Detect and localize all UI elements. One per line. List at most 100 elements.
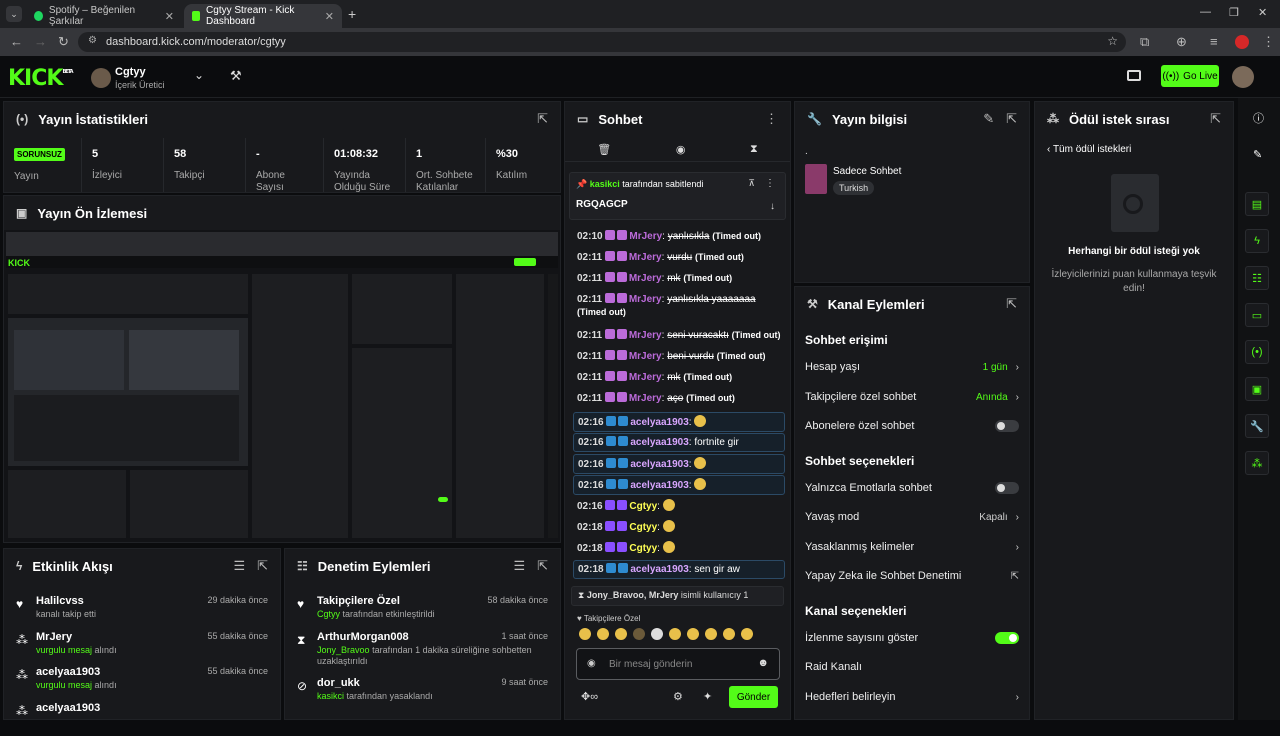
chat-message[interactable]: 02:11 MrJery: beni vurdu (Timed out) bbox=[573, 348, 785, 365]
emoji-picker-icon[interactable]: ☻ bbox=[757, 657, 769, 669]
sidebar-preview-icon[interactable]: ▣ bbox=[1245, 377, 1269, 401]
emote[interactable] bbox=[705, 628, 717, 640]
message-username[interactable]: Cgtyy bbox=[629, 543, 657, 554]
sidebar-broadcast-icon[interactable]: (•) bbox=[1245, 340, 1269, 364]
channel-switch-chevron-icon[interactable]: ⌄ bbox=[194, 68, 204, 82]
sidebar-chat-icon[interactable]: ▭ bbox=[1245, 303, 1269, 327]
slow-mode-row[interactable]: Yavaş mod Kapalı › bbox=[805, 507, 1019, 527]
user-avatar[interactable] bbox=[1232, 66, 1254, 88]
back-icon[interactable]: ← bbox=[10, 34, 23, 49]
account-age-row[interactable]: Hesap yaşı 1 gün › bbox=[805, 357, 1019, 377]
browser-menu-icon[interactable]: ⋮ bbox=[1262, 34, 1275, 50]
chat-message[interactable]: 02:16 acelyaa1903: bbox=[573, 475, 785, 495]
chat-message[interactable]: 02:11 MrJery: seni vuracaktı (Timed out) bbox=[573, 327, 785, 344]
popout-icon[interactable]: ⇱ bbox=[537, 111, 548, 127]
emote[interactable] bbox=[597, 628, 609, 640]
subs-chat-toggle[interactable] bbox=[995, 420, 1019, 432]
close-tab-icon[interactable]: ✕ bbox=[165, 10, 174, 23]
chat-input[interactable]: ◉ Bir mesaj gönderin ☻ bbox=[576, 648, 780, 680]
points-icon[interactable]: ◉ bbox=[587, 658, 596, 669]
sidebar-moderation-icon[interactable]: ☷ bbox=[1245, 266, 1269, 290]
message-username[interactable]: MrJery bbox=[629, 330, 662, 341]
banned-words-row[interactable]: Yasaklanmış kelimeler › bbox=[805, 537, 1019, 557]
pinned-menu-icon[interactable]: ⋮ bbox=[765, 178, 775, 189]
emote[interactable] bbox=[741, 628, 753, 640]
goals-row[interactable]: Hedefleri belirleyin › bbox=[805, 687, 1019, 707]
profile-flag-icon[interactable] bbox=[1235, 35, 1249, 49]
emote[interactable] bbox=[694, 478, 707, 490]
all-rewards-link[interactable]: ‹ Tüm ödül istekleri bbox=[1047, 144, 1131, 155]
emote[interactable] bbox=[651, 628, 663, 640]
profile-sync-icon[interactable]: ⊕ bbox=[1176, 34, 1187, 50]
emote[interactable] bbox=[669, 628, 681, 640]
chat-message[interactable]: 02:18 Cgtyy: bbox=[573, 518, 785, 536]
chat-message[interactable]: 02:10 MrJery: yanlısıkla (Timed out) bbox=[573, 228, 785, 245]
emote[interactable] bbox=[687, 628, 699, 640]
chat-menu-icon[interactable]: ⋮ bbox=[765, 111, 778, 127]
ai-moderation-row[interactable]: Yapay Zeka ile Sohbet Denetimi ⇱ bbox=[805, 566, 1019, 586]
raid-row[interactable]: Raid Kanalı bbox=[805, 657, 1019, 677]
category-name[interactable]: Sadece Sohbet bbox=[833, 166, 901, 177]
message-username[interactable]: MrJery bbox=[629, 351, 662, 362]
minimize-icon[interactable]: — bbox=[1200, 6, 1211, 18]
maximize-icon[interactable]: ❐ bbox=[1229, 6, 1239, 19]
popout-icon[interactable]: ⇱ bbox=[1210, 111, 1221, 127]
info-icon[interactable]: ⓘ bbox=[1253, 110, 1264, 126]
reload-icon[interactable]: ↻ bbox=[58, 34, 69, 50]
channel-avatar[interactable] bbox=[91, 68, 111, 88]
kick-logo[interactable]: KICKBETA bbox=[8, 66, 74, 91]
message-username[interactable]: MrJery bbox=[629, 393, 662, 404]
message-username[interactable]: Cgtyy bbox=[629, 522, 657, 533]
close-window-icon[interactable]: ✕ bbox=[1258, 6, 1267, 19]
close-tab-icon[interactable]: ✕ bbox=[325, 10, 334, 23]
message-username[interactable]: acelyaa1903 bbox=[630, 437, 688, 448]
edit-pencil-icon[interactable]: ✎ bbox=[983, 111, 994, 127]
show-views-toggle[interactable] bbox=[995, 632, 1019, 644]
emote[interactable] bbox=[579, 628, 591, 640]
chat-message[interactable]: 02:11 MrJery: yanlısıkla yaaaaaaa (Timed… bbox=[573, 291, 785, 321]
chat-bubble-icon[interactable]: ◉ bbox=[676, 143, 686, 156]
settings-gear-icon[interactable]: ⚙ bbox=[673, 690, 683, 703]
emote[interactable] bbox=[662, 520, 675, 532]
arrow-down-icon[interactable]: ↓ bbox=[770, 201, 775, 212]
chat-message[interactable]: 02:18 acelyaa1903: sen gir aw bbox=[573, 560, 785, 579]
bookmark-star-icon[interactable]: ☆ bbox=[1107, 34, 1118, 48]
message-username[interactable]: acelyaa1903 bbox=[630, 459, 688, 470]
sidebar-stats-icon[interactable]: ▤ bbox=[1245, 192, 1269, 216]
tab-kick-dashboard[interactable]: Cgtyy Stream - Kick Dashboard ✕ bbox=[184, 4, 342, 28]
popout-icon[interactable]: ⇱ bbox=[1006, 111, 1017, 127]
sidebar-wrench-icon[interactable]: 🔧 bbox=[1245, 414, 1269, 438]
trash-icon[interactable]: 🗑 bbox=[597, 143, 611, 156]
message-username[interactable]: acelyaa1903 bbox=[630, 564, 688, 575]
media-icon[interactable]: ≡ bbox=[1210, 34, 1218, 49]
new-tab-icon[interactable]: + bbox=[348, 6, 356, 22]
filter-icon[interactable]: ☰ bbox=[513, 558, 525, 574]
unpin-icon[interactable]: ⊼ bbox=[748, 178, 755, 189]
message-username[interactable]: MrJery bbox=[629, 294, 662, 305]
message-username[interactable]: MrJery bbox=[629, 252, 662, 263]
chat-message[interactable]: 02:16 acelyaa1903: bbox=[573, 412, 785, 432]
url-input[interactable]: ⚙ dashboard.kick.com/moderator/cgtyy ☆ bbox=[78, 32, 1126, 52]
tab-spotify[interactable]: Spotify – Beğenilen Şarkılar ✕ bbox=[26, 4, 182, 28]
forward-icon[interactable]: → bbox=[34, 34, 47, 49]
sidebar-activity-icon[interactable]: ϟ bbox=[1245, 229, 1269, 253]
emote[interactable] bbox=[694, 457, 707, 469]
emote[interactable] bbox=[694, 415, 707, 427]
emote[interactable] bbox=[633, 628, 645, 640]
popout-icon[interactable]: ⇱ bbox=[257, 558, 268, 574]
followers-chat-row[interactable]: Takipçilere özel sohbet Anında › bbox=[805, 387, 1019, 407]
send-button[interactable]: Gönder bbox=[729, 686, 778, 708]
bot-icon[interactable]: ✥∞ bbox=[581, 690, 598, 703]
message-username[interactable]: Cgtyy bbox=[629, 501, 657, 512]
chat-message[interactable]: 02:11 MrJery: mk (Timed out) bbox=[573, 270, 785, 287]
preview-video[interactable]: KICK bbox=[4, 230, 560, 542]
chat-message[interactable]: 02:16 acelyaa1903: bbox=[573, 454, 785, 474]
stream-manager-icon[interactable] bbox=[1127, 70, 1141, 81]
chat-message[interactable]: 02:11 MrJery: vurdu (Timed out) bbox=[573, 249, 785, 266]
chat-message[interactable]: 02:11 MrJery: mk (Timed out) bbox=[573, 369, 785, 386]
emote-only-toggle[interactable] bbox=[995, 482, 1019, 494]
message-username[interactable]: MrJery bbox=[629, 273, 662, 284]
hammer-icon[interactable]: ⚒ bbox=[230, 68, 242, 84]
emote[interactable] bbox=[662, 541, 675, 553]
popout-icon[interactable]: ⇱ bbox=[1006, 296, 1017, 312]
